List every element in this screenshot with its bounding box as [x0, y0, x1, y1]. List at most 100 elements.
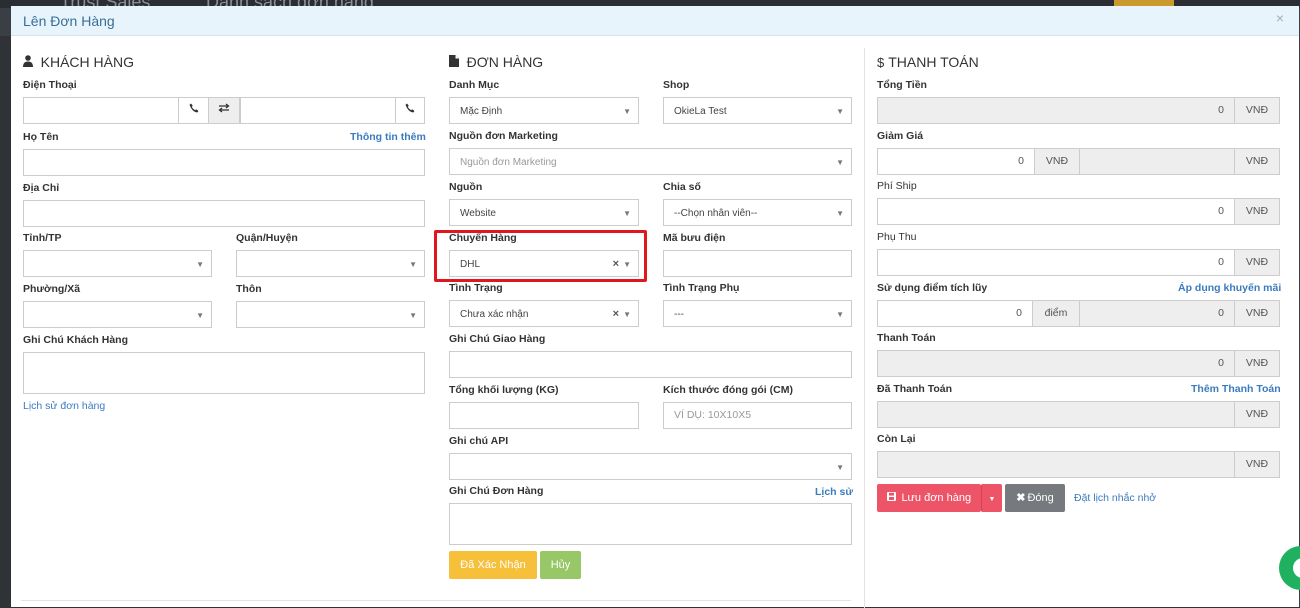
pay-input: 0 [877, 350, 1235, 377]
district-select[interactable]: ▼ [236, 250, 425, 277]
payment-section-label: THANH TOÁN [888, 54, 979, 70]
marketing-label: Nguồn đơn Marketing [449, 130, 558, 142]
reminder-link[interactable]: Đặt lịch nhắc nhở [1074, 492, 1156, 504]
shop-select[interactable]: OkieLa Test ▼ [663, 97, 852, 124]
discount-label: Giảm Giá [877, 130, 924, 142]
cancel-order-button[interactable]: Hủy [540, 551, 581, 579]
discount-input[interactable]: 0 [877, 148, 1035, 175]
chevron-down-icon: ▼ [836, 310, 844, 319]
pay-label: Thanh Toán [877, 332, 936, 344]
substatus-value: --- [674, 309, 684, 320]
chevron-down-icon: ▼ [836, 209, 844, 218]
add-payment-link[interactable]: Thêm Thanh Toán [1191, 383, 1281, 395]
order-history-link[interactable]: Lịch sử đơn hàng [23, 400, 105, 412]
weight-input[interactable] [449, 402, 639, 429]
customer-note-textarea[interactable] [23, 352, 425, 394]
delivery-note-input[interactable] [449, 351, 852, 378]
chevron-down-icon: ▼ [196, 311, 204, 320]
surcharge-input[interactable]: 0 [877, 249, 1235, 276]
chevron-down-icon: ▼ [623, 310, 631, 319]
discount-amount-currency: VNĐ [1234, 148, 1280, 175]
source-select[interactable]: Website ▼ [449, 199, 639, 226]
points-label: Sử dụng điểm tích lũy [877, 282, 988, 294]
phone2-call-button[interactable] [395, 97, 425, 124]
phone-icon [405, 103, 415, 116]
order-section-title: ĐƠN HÀNG [449, 54, 543, 70]
substatus-select[interactable]: --- ▼ [663, 300, 852, 327]
province-select[interactable]: ▼ [23, 250, 212, 277]
status-value: Chưa xác nhận [460, 309, 529, 320]
order-note-label: Ghi Chú Đơn Hàng [449, 485, 544, 497]
order-note-textarea[interactable] [449, 503, 852, 545]
phone-input[interactable] [23, 97, 179, 124]
ward-select[interactable]: ▼ [23, 301, 212, 328]
name-label: Họ Tên [23, 131, 59, 143]
paid-currency: VNĐ [1234, 401, 1280, 428]
discount-currency: VNĐ [1034, 148, 1080, 175]
address-input[interactable] [23, 200, 425, 227]
phone-call-button[interactable] [178, 97, 209, 124]
swap-icon [218, 103, 230, 116]
province-label: Tỉnh/TP [23, 232, 62, 244]
shop-value: OkieLa Test [674, 106, 727, 117]
order-section-label: ĐƠN HÀNG [466, 54, 544, 70]
source-value: Website [460, 208, 496, 219]
village-select[interactable]: ▼ [236, 301, 425, 328]
swap-phone-button[interactable] [208, 97, 240, 124]
status-label: Tình Trạng [449, 282, 503, 294]
district-label: Quận/Huyện [236, 232, 298, 244]
points-input[interactable]: 0 [877, 300, 1033, 327]
total-currency: VNĐ [1234, 97, 1280, 124]
name-input[interactable] [23, 149, 425, 176]
category-value: Mặc Định [460, 106, 503, 117]
dollar-icon: $ [877, 55, 885, 70]
close-modal-button[interactable]: ✖ Đóng [1005, 484, 1065, 512]
source-label: Nguồn [449, 181, 483, 193]
api-note-select[interactable]: ▼ [449, 453, 852, 480]
api-note-label: Ghi chú API [449, 435, 509, 447]
chevron-down-icon: ▼ [623, 209, 631, 218]
assign-value: --Chọn nhân viên-- [674, 208, 758, 219]
order-note-history-link[interactable]: Lịch sử [815, 486, 853, 498]
points-money-input: 0 [1079, 300, 1235, 327]
save-options-dropdown[interactable]: ▼ [981, 484, 1002, 512]
assign-label: Chia số [663, 181, 701, 193]
save-order-button[interactable]: Lưu đơn hàng [877, 484, 981, 512]
close-modal-label: Đóng [1027, 492, 1054, 504]
remaining-label: Còn Lại [877, 433, 916, 445]
ship-input[interactable]: 0 [877, 198, 1235, 225]
substatus-label: Tình Trạng Phụ [663, 282, 740, 294]
assign-select[interactable]: --Chọn nhân viên-- ▼ [663, 199, 852, 226]
chevron-down-icon: ▼ [623, 107, 631, 116]
marketing-select[interactable]: Nguồn đơn Marketing ▼ [449, 148, 852, 175]
modal-title: Lên Đơn Hàng [23, 13, 115, 29]
chevron-down-icon: ▼ [409, 260, 417, 269]
more-info-link[interactable]: Thông tin thêm [350, 131, 426, 143]
paid-label: Đã Thanh Toán [877, 383, 953, 395]
column-divider [864, 48, 865, 608]
save-icon [886, 492, 899, 503]
chevron-down-icon: ▼ [836, 463, 844, 472]
category-select[interactable]: Mặc Định ▼ [449, 97, 639, 124]
postal-input[interactable] [663, 250, 852, 277]
phone-icon [189, 103, 199, 116]
shipping-highlight-box [434, 230, 647, 282]
file-icon [449, 55, 463, 70]
close-icon[interactable]: × [1276, 10, 1284, 26]
delivery-note-label: Ghi Chú Giao Hàng [449, 333, 546, 345]
total-label: Tổng Tiền [877, 79, 927, 91]
surcharge-label: Phụ Thu [877, 231, 917, 243]
background-sidebar [0, 36, 11, 607]
footer-divider [21, 600, 851, 601]
status-select[interactable]: Chưa xác nhận × ▼ [449, 300, 639, 327]
promo-link[interactable]: Áp dụng khuyến mãi [1178, 282, 1281, 294]
postal-label: Mã bưu điện [663, 232, 726, 244]
phone2-input[interactable] [240, 97, 396, 124]
payment-section-title: $ THANH TOÁN [877, 54, 979, 70]
confirm-button[interactable]: Đã Xác Nhận [449, 551, 537, 579]
package-input[interactable]: VÍ DỤ: 10X10X5 [663, 402, 852, 429]
clear-icon[interactable]: × [613, 301, 619, 328]
chevron-down-icon: ▼ [836, 158, 844, 167]
points-unit: điểm [1032, 300, 1080, 327]
phone-label: Điện Thoại [23, 79, 77, 91]
